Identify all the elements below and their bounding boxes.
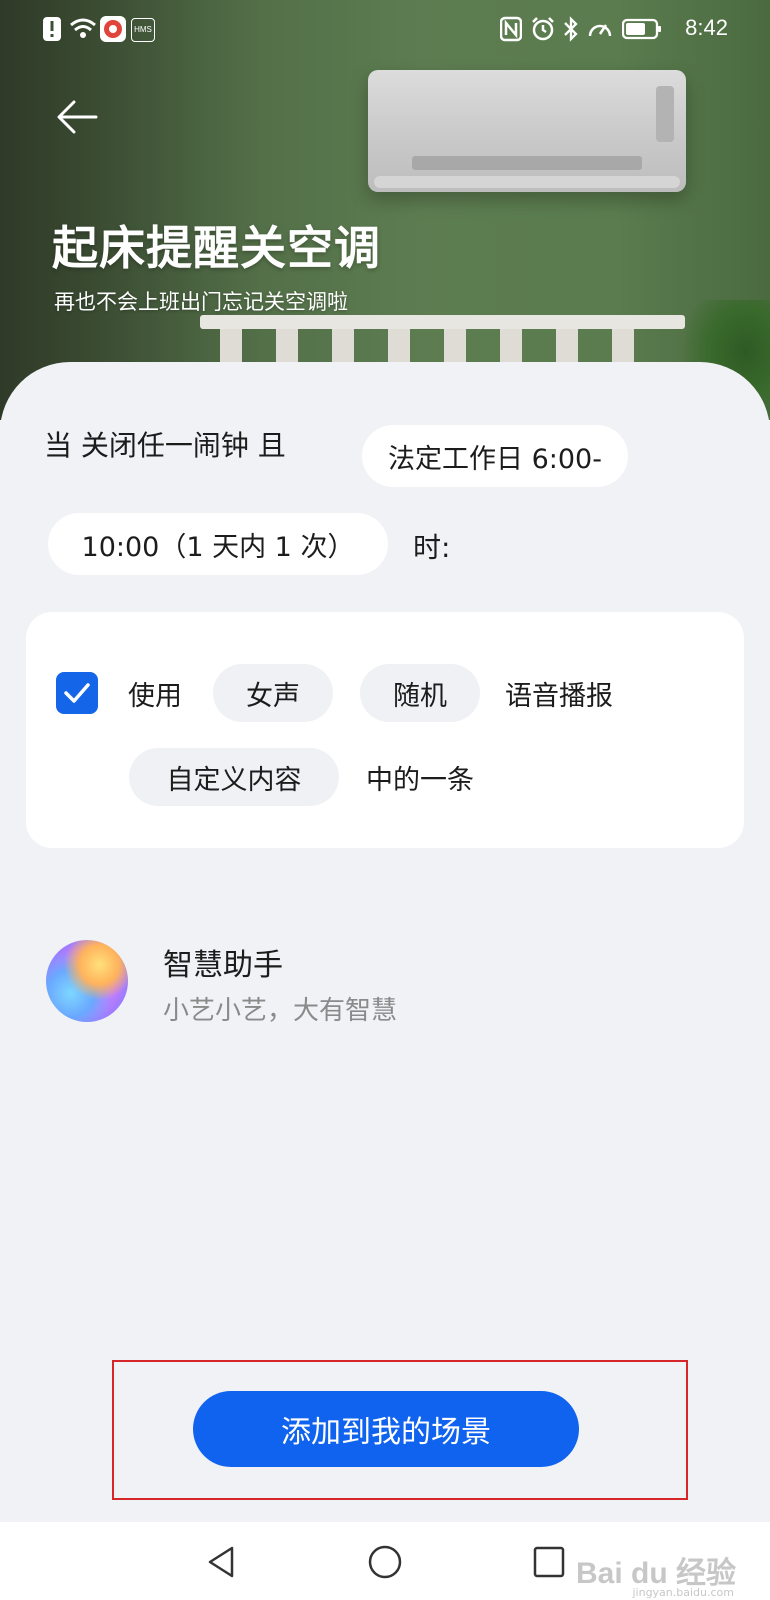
air-conditioner-image (368, 70, 686, 192)
speed-icon (588, 24, 612, 37)
smart-assistant-avatar (46, 940, 128, 1022)
nfc-icon (500, 16, 522, 42)
watermark-url: jingyan.baidu.com (632, 1586, 734, 1599)
tail-label: 中的一条 (366, 765, 474, 796)
assistant-name: 智慧助手 (163, 948, 283, 983)
back-arrow-icon[interactable] (54, 94, 100, 140)
back-nav-icon[interactable] (204, 1544, 238, 1580)
schedule-chip-start[interactable]: 法定工作日 6:00- (362, 425, 628, 487)
hms-icon: HMS (131, 18, 155, 42)
battery-icon (622, 18, 661, 40)
mode-option-pill[interactable]: 随机 (360, 664, 480, 722)
alert-icon (43, 17, 61, 41)
page-subtitle: 再也不会上班出门忘记关空调啦 (54, 290, 348, 314)
assistant-tagline: 小艺小艺，大有智慧 (163, 996, 398, 1026)
page-title: 起床提醒关空调 (52, 221, 381, 275)
use-label: 使用 (128, 681, 182, 712)
status-bar: HMS 8:42 (0, 0, 770, 58)
condition-suffix: 时: (413, 531, 451, 564)
add-to-my-scenes-button[interactable]: 添加到我的场景 (193, 1391, 579, 1467)
checkmark-icon (64, 683, 90, 703)
action-card (26, 612, 744, 848)
header-background (0, 0, 770, 420)
condition-prefix: 当 关闭任一闹钟 且 (44, 429, 286, 462)
schedule-chip-end[interactable]: 10:00（1 天内 1 次） (48, 513, 388, 575)
home-nav-icon[interactable] (367, 1544, 403, 1580)
voice-broadcast-checkbox[interactable] (56, 672, 98, 714)
wifi-icon (70, 18, 96, 38)
content-option-pill[interactable]: 自定义内容 (129, 748, 339, 806)
voice-option-pill[interactable]: 女声 (213, 664, 333, 722)
app-notification-icon (100, 16, 126, 42)
bluetooth-icon (564, 16, 578, 42)
recents-nav-icon[interactable] (532, 1544, 566, 1580)
alarm-icon (532, 17, 554, 41)
status-time: 8:42 (685, 15, 728, 40)
announce-label: 语音播报 (505, 681, 613, 712)
